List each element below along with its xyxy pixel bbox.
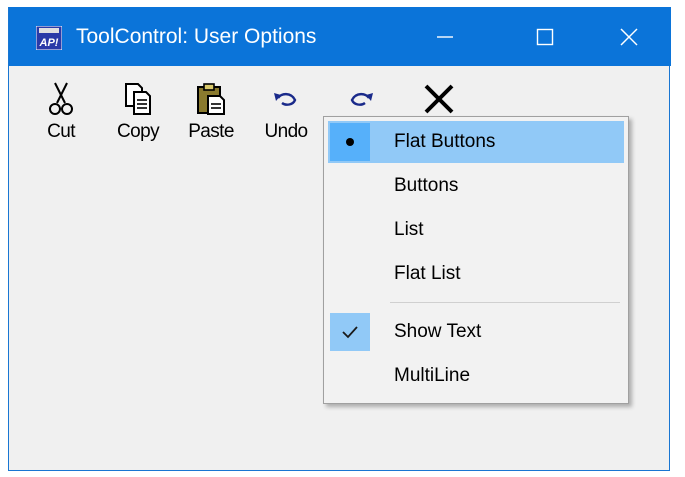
menu-item-label: Show Text [394,321,482,342]
copy-button[interactable]: Copy [111,81,165,161]
window-title: ToolControl: User Options [76,25,317,48]
title-bar[interactable]: AP! ToolControl: User Options [9,7,671,66]
paste-button[interactable]: Paste [182,81,240,161]
toolbar-options-menu: Flat Buttons Buttons List Flat List Show… [323,116,629,404]
undo-icon [269,81,303,117]
menu-item-multiline[interactable]: MultiLine [328,355,624,397]
maximize-icon [536,28,554,46]
copy-icon [121,81,155,117]
undo-button[interactable]: Undo [259,81,313,161]
menu-item-flat-buttons[interactable]: Flat Buttons [328,121,624,163]
menu-item-show-text[interactable]: Show Text [328,311,624,353]
menu-item-list[interactable]: List [328,209,624,251]
paste-icon [194,81,228,117]
minimize-icon [436,28,454,46]
scissors-icon [44,81,78,117]
menu-item-label: List [394,219,424,240]
menu-item-label: Flat Buttons [394,131,496,152]
checkmark-icon [330,313,370,351]
svg-text:AP!: AP! [39,37,59,49]
copy-label: Copy [117,121,160,142]
menu-item-label: Flat List [394,263,461,284]
menu-separator [390,302,620,303]
paste-label: Paste [188,121,234,142]
app-icon: AP! [35,25,63,51]
cut-button[interactable]: Cut [36,81,86,161]
maximize-button[interactable] [503,7,587,66]
radio-dot-icon [330,123,370,161]
menu-item-flat-list[interactable]: Flat List [328,253,624,295]
close-button[interactable] [587,7,671,66]
menu-item-buttons[interactable]: Buttons [328,165,624,207]
delete-x-icon [422,81,456,117]
menu-item-label: Buttons [394,175,459,196]
menu-item-label: MultiLine [394,365,471,386]
redo-icon [344,81,378,117]
minimize-button[interactable] [403,7,487,66]
close-icon [620,27,638,46]
undo-label: Undo [264,121,308,142]
cut-label: Cut [47,121,75,142]
